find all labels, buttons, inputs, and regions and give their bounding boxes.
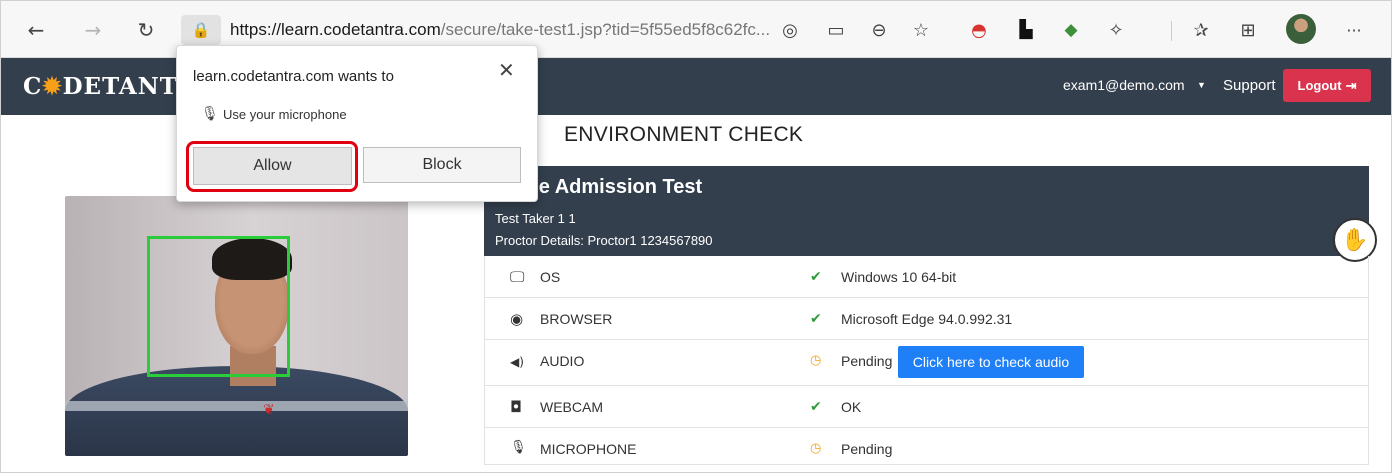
check-label: AUDIO xyxy=(540,353,585,369)
zoom-icon[interactable]: ⊖ xyxy=(864,15,894,45)
block-button[interactable]: Block xyxy=(363,147,521,183)
test-taker: Test Taker 1 1 xyxy=(495,211,576,226)
popup-title: learn.codetantra.com wants to xyxy=(193,68,394,85)
toolbar-divider xyxy=(1171,21,1172,41)
check-value: Pending xyxy=(841,441,893,457)
forward-icon[interactable]: → xyxy=(78,15,108,45)
chevron-down-icon[interactable]: ▼ xyxy=(1197,80,1206,90)
check-row-browser: ◉ BROWSER ✔ Microsoft Edge 94.0.992.31 xyxy=(484,298,1369,340)
check-audio-button[interactable]: Click here to check audio xyxy=(898,346,1084,378)
profile-avatar[interactable] xyxy=(1286,14,1316,44)
test-title: ple Admission Test xyxy=(521,176,703,198)
logout-label: Logout xyxy=(1297,78,1342,93)
address-bar[interactable]: https://learn.codetantra.com/secure/take… xyxy=(230,20,770,40)
webcam-preview: ❦ xyxy=(65,196,408,456)
gear-logo-icon: ✹ xyxy=(42,73,63,100)
check-value: OK xyxy=(841,399,862,415)
logout-icon: ⇥ xyxy=(1345,77,1357,93)
add-favorite-icon[interactable]: ☆ xyxy=(906,15,936,45)
clock-icon: ◷ xyxy=(810,353,822,368)
check-label: OS xyxy=(540,269,561,285)
check-row-audio: ◀) AUDIO ◷ Pending Click here to check a… xyxy=(484,340,1369,386)
check-row-microphone: 🎙 MICROPHONE ◷ Pending xyxy=(484,428,1369,465)
back-icon[interactable]: ← xyxy=(21,15,51,45)
microphone-icon: 🎙 xyxy=(510,440,527,455)
close-icon[interactable]: ✕ xyxy=(498,58,515,82)
document-extension-icon[interactable]: ▙ xyxy=(1011,15,1041,45)
environment-checks: 🖵 OS ✔ Windows 10 64-bit ◉ BROWSER ✔ Mic… xyxy=(484,256,1369,465)
lock-icon: 🔒 xyxy=(191,21,211,39)
location-icon[interactable]: ◎ xyxy=(775,15,805,45)
microphone-icon: 🎙 xyxy=(201,105,219,121)
codetantra-logo[interactable]: C✹DETANT xyxy=(23,73,178,100)
url-path: /secure/take-test1.jsp?tid=5f55ed5f8c62f… xyxy=(440,20,771,39)
browser-window: ← → ↻ 🔒 https://learn.codetantra.com/sec… xyxy=(0,0,1392,473)
check-row-webcam: ◘ WEBCAM ✔ OK xyxy=(484,386,1369,428)
monitor-icon: 🖵 xyxy=(510,268,525,286)
url-host: https://learn.codetantra.com xyxy=(230,20,441,39)
hand-icon: ✋ xyxy=(1341,227,1369,252)
favorites-icon[interactable]: ✰ xyxy=(1186,15,1216,45)
logo-text-end: DETANT xyxy=(62,73,178,100)
allow-button[interactable]: Allow xyxy=(193,147,352,185)
permission-popup: learn.codetantra.com wants to ✕ 🎙 Use yo… xyxy=(176,45,538,202)
permission-text: Use your microphone xyxy=(223,107,347,122)
speaker-icon: ◀) xyxy=(510,355,524,369)
user-email-dropdown[interactable]: exam1@demo.com xyxy=(1063,77,1185,93)
globe-icon: ◉ xyxy=(510,310,524,328)
collections-icon[interactable]: ⊞ xyxy=(1233,15,1263,45)
page-title: ENVIRONMENT CHECK xyxy=(564,123,804,146)
check-value: Microsoft Edge 94.0.992.31 xyxy=(841,311,1013,327)
test-info-header: ple Admission Test Test Taker 1 1 Procto… xyxy=(484,166,1369,256)
face-detection-box xyxy=(147,236,290,377)
proctor-details: Proctor Details: Proctor1 1234567890 xyxy=(495,233,713,248)
refresh-icon[interactable]: ↻ xyxy=(131,15,161,45)
logo-text-start: C xyxy=(23,73,43,100)
site-info-button[interactable]: 🔒 xyxy=(181,15,221,45)
camera-icon: ◘ xyxy=(510,398,522,416)
checkmark-icon: ✔ xyxy=(810,311,822,327)
camera-icon[interactable]: ▭ xyxy=(821,15,851,45)
logout-button[interactable]: Logout ⇥ xyxy=(1283,69,1371,102)
check-row-os: 🖵 OS ✔ Windows 10 64-bit xyxy=(484,256,1369,298)
check-value: Windows 10 64-bit xyxy=(841,269,957,285)
puzzle-extensions-icon[interactable]: ✧ xyxy=(1101,15,1131,45)
shirt-logo: ❦ xyxy=(263,401,275,417)
checkmark-icon: ✔ xyxy=(810,399,822,415)
support-link[interactable]: Support xyxy=(1223,77,1276,94)
extension-icon[interactable]: ◆ xyxy=(1056,15,1086,45)
more-icon[interactable]: ··· xyxy=(1339,15,1369,45)
check-label: WEBCAM xyxy=(540,399,603,415)
check-value: Pending xyxy=(841,353,893,369)
cam-stripe xyxy=(65,401,408,411)
pokeball-extension-icon[interactable]: ◓ xyxy=(964,15,994,45)
check-label: BROWSER xyxy=(540,311,613,327)
checkmark-icon: ✔ xyxy=(810,269,822,285)
clock-icon: ◷ xyxy=(810,441,822,456)
check-label: MICROPHONE xyxy=(540,441,637,457)
